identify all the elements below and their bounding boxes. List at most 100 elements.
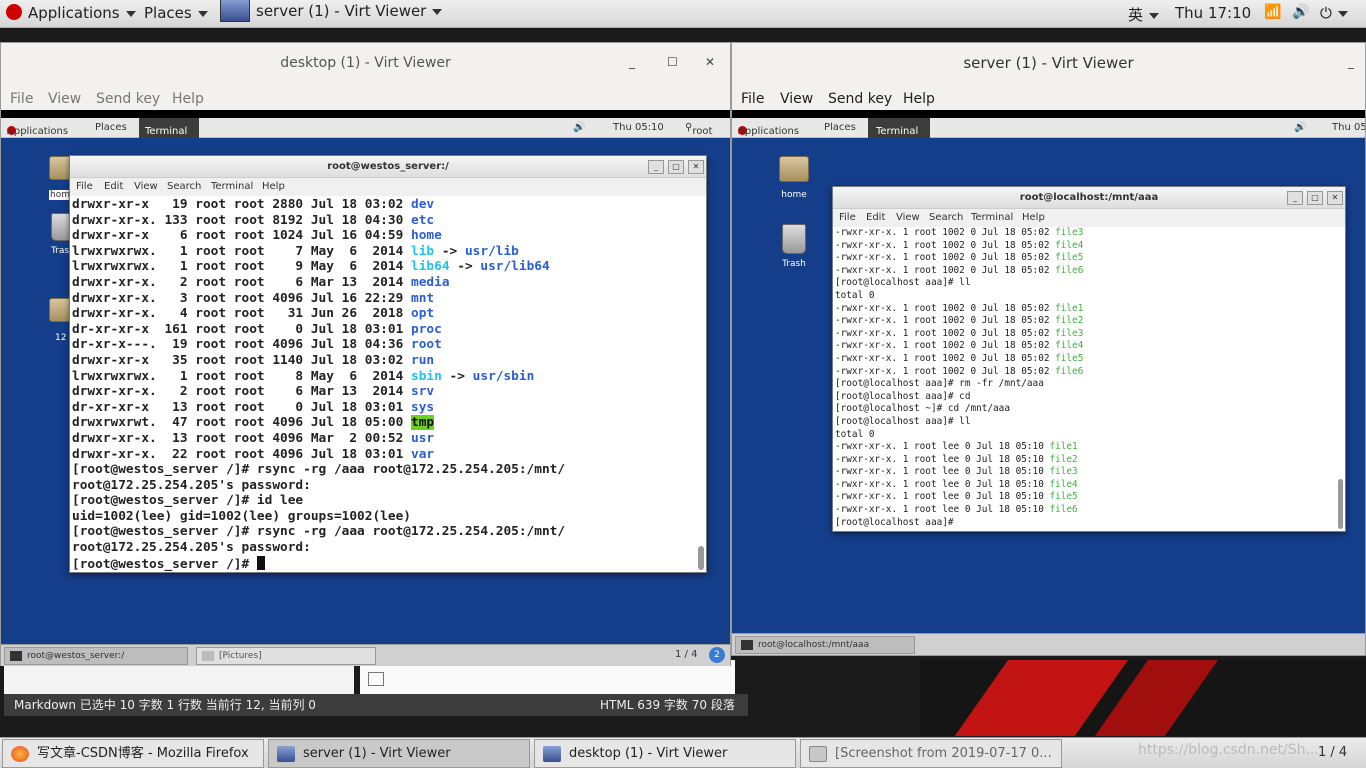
- ls-entry-name: sys: [411, 399, 435, 415]
- close-icon[interactable]: ✕: [688, 160, 704, 174]
- guest-terminal-task[interactable]: Terminal: [139, 118, 199, 138]
- power-icon[interactable]: ⏻: [1320, 4, 1348, 22]
- tmenu-search[interactable]: Search: [929, 212, 963, 223]
- workspace-indicator[interactable]: 1 / 4: [675, 649, 697, 660]
- guest-screen[interactable]: Applications Places Terminal 🔊 Thu 05 ho…: [732, 118, 1365, 656]
- task-server-virt-viewer[interactable]: server (1) - Virt Viewer: [268, 739, 530, 768]
- minimize-icon[interactable]: _: [1348, 55, 1354, 69]
- menu-help[interactable]: Help: [903, 91, 935, 107]
- terminal-line: -rwxr-xr-x. 1 root lee 0 Jul 18 05:10 fi…: [835, 466, 1335, 479]
- guest-places-menu[interactable]: Places: [95, 122, 127, 133]
- close-icon[interactable]: ✕: [1327, 191, 1343, 205]
- terminal-text: -rwxr-xr-x. 1 root 1002 0 Jul 18 05:02: [835, 352, 1056, 364]
- maximize-icon[interactable]: □: [668, 160, 684, 174]
- terminal-window: root@westos_server:/ _ □ ✕ File Edit Vie…: [69, 155, 707, 573]
- terminal-output[interactable]: drwxr-xr-x 19 root root 2880 Jul 18 03:0…: [72, 197, 692, 572]
- window-titlebar[interactable]: server (1) - Virt Viewer: [732, 43, 1365, 83]
- minimize-icon[interactable]: _: [1287, 191, 1303, 205]
- task-screenshot-viewer[interactable]: [Screenshot from 2019-07-17 0...: [800, 739, 1062, 768]
- chevron-down-icon: [1149, 12, 1160, 19]
- tmenu-file[interactable]: File: [839, 212, 856, 223]
- maximize-icon[interactable]: ☐: [667, 55, 678, 69]
- terminal-line: drwxr-xr-x 35 root root 1140 Jul 18 03:0…: [72, 353, 692, 369]
- ls-entry-name: proc: [411, 321, 442, 337]
- active-window-menu[interactable]: server (1) - Virt Viewer: [220, 0, 443, 22]
- wifi-icon[interactable]: 📶: [1264, 4, 1281, 20]
- ls-entry-name: file5: [1055, 352, 1084, 364]
- terminal-line: drwxr-xr-x. 22 root root 4096 Jul 18 03:…: [72, 447, 692, 463]
- menu-help[interactable]: Help: [172, 91, 204, 107]
- applications-menu[interactable]: Applications: [6, 4, 136, 22]
- terminal-output[interactable]: -rwxr-xr-x. 1 root 1002 0 Jul 18 05:02 f…: [835, 227, 1335, 529]
- guest-task-terminal[interactable]: root@westos_server:/: [4, 647, 188, 665]
- tmenu-terminal[interactable]: Terminal: [971, 212, 1013, 223]
- terminal-text: [root@localhost aaa]# ll: [835, 277, 971, 289]
- terminal-titlebar[interactable]: root@localhost:/mnt/aaa: [833, 187, 1345, 209]
- places-menu[interactable]: Places: [144, 4, 208, 22]
- tmenu-help[interactable]: Help: [1022, 212, 1045, 223]
- terminal-line: -rwxr-xr-x. 1 root 1002 0 Jul 18 05:02 f…: [835, 315, 1335, 328]
- scrollbar[interactable]: [698, 546, 704, 570]
- menu-file[interactable]: File: [10, 91, 33, 107]
- server-virt-viewer-window: server (1) - Virt Viewer _ File View Sen…: [731, 42, 1366, 656]
- tmenu-search[interactable]: Search: [167, 181, 201, 192]
- tmenu-edit[interactable]: Edit: [866, 212, 885, 223]
- guest-clock[interactable]: Thu 05: [1332, 122, 1365, 133]
- terminal-line: [root@localhost aaa]# cd: [835, 391, 1335, 404]
- terminal-text: drwxrwxrwt. 47 root root 4096 Jul 18 05:…: [72, 415, 411, 431]
- ls-entry-name: tmp: [411, 415, 435, 431]
- terminal-line: drwxr-xr-x. 4 root root 31 Jun 26 2018 o…: [72, 306, 692, 322]
- scrollbar[interactable]: [1338, 479, 1343, 529]
- guest-volume-icon[interactable]: 🔊: [1294, 122, 1306, 133]
- tmenu-view[interactable]: View: [896, 212, 920, 223]
- terminal-line: -rwxr-xr-x. 1 root 1002 0 Jul 18 05:02 f…: [835, 252, 1335, 265]
- menu-file[interactable]: File: [741, 91, 764, 107]
- tmenu-view[interactable]: View: [134, 181, 158, 192]
- home-icon-label: hom: [49, 190, 71, 200]
- clock[interactable]: Thu 17:10: [1175, 4, 1251, 22]
- terminal-text: ->: [434, 243, 465, 259]
- guest-clock[interactable]: Thu 05:10: [613, 122, 664, 133]
- menu-view[interactable]: View: [780, 91, 813, 107]
- close-icon[interactable]: ✕: [705, 55, 715, 69]
- maximize-icon[interactable]: □: [1307, 191, 1323, 205]
- home-folder-icon[interactable]: [779, 156, 809, 182]
- task-desktop-virt-viewer[interactable]: desktop (1) - Virt Viewer: [534, 739, 796, 768]
- folder-icon: [202, 651, 214, 661]
- tmenu-help[interactable]: Help: [262, 181, 285, 192]
- ls-entry-name: file3: [1049, 466, 1078, 478]
- minimize-icon[interactable]: _: [629, 55, 635, 69]
- guest-terminal-task[interactable]: Terminal: [868, 118, 930, 138]
- trash-icon[interactable]: [782, 224, 806, 254]
- workspace-indicator[interactable]: 1 / 4: [1318, 745, 1347, 760]
- guest-bottom-panel: root@localhost:/mnt/aaa: [732, 633, 1365, 655]
- guest-task-terminal[interactable]: root@localhost:/mnt/aaa: [735, 636, 915, 654]
- ls-entry-name: usr/lib64: [480, 259, 550, 275]
- terminal-text: drwxr-xr-x. 13 root root 4096 Mar 2 00:5…: [72, 430, 411, 446]
- folder-icon-label: 12: [55, 333, 67, 343]
- task-firefox[interactable]: 写文章-CSDN博客 - Mozilla Firefox: [2, 739, 264, 768]
- ls-entry-name: lib64: [411, 259, 450, 275]
- notification-icon[interactable]: 2: [709, 647, 725, 663]
- guest-user-menu[interactable]: ⚲ root: [685, 122, 712, 137]
- volume-icon[interactable]: 🔊: [1292, 4, 1309, 20]
- tmenu-edit[interactable]: Edit: [104, 181, 123, 192]
- terminal-line: lrwxrwxrwx. 1 root root 8 May 6 2014 sbi…: [72, 369, 692, 385]
- input-method-menu[interactable]: 英: [1128, 4, 1160, 25]
- terminal-line: drwxr-xr-x. 133 root root 8192 Jul 18 04…: [72, 213, 692, 229]
- guest-volume-icon[interactable]: 🔊: [573, 122, 585, 133]
- tmenu-terminal[interactable]: Terminal: [211, 181, 253, 192]
- terminal-titlebar[interactable]: root@westos_server:/: [70, 156, 706, 178]
- ls-entry-name: opt: [411, 306, 435, 322]
- guest-screen[interactable]: Applications Places Terminal 🔊 Thu 05:10…: [1, 118, 730, 666]
- menu-send-key[interactable]: Send key: [828, 91, 892, 107]
- menu-view[interactable]: View: [48, 91, 81, 107]
- minimize-icon[interactable]: _: [648, 160, 664, 174]
- guest-places-menu[interactable]: Places: [824, 122, 856, 133]
- tmenu-file[interactable]: File: [76, 181, 93, 192]
- guest-task-pictures[interactable]: [Pictures]: [196, 647, 376, 665]
- window-titlebar[interactable]: desktop (1) - Virt Viewer: [1, 43, 730, 83]
- terminal-text: -rwxr-xr-x. 1 root 1002 0 Jul 18 05:02: [835, 315, 1056, 327]
- menu-send-key[interactable]: Send key: [96, 91, 160, 107]
- terminal-line: -rwxr-xr-x. 1 root 1002 0 Jul 18 05:02 f…: [835, 227, 1335, 240]
